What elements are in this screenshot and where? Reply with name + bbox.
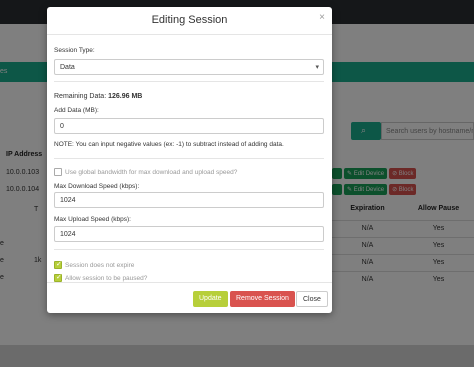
allow-pause-checkbox[interactable]: [54, 273, 62, 282]
use-global-bandwidth-row[interactable]: Use global bandwidth for max download an…: [54, 168, 237, 176]
use-global-bandwidth-checkbox[interactable]: [54, 168, 62, 176]
add-data-input[interactable]: 0: [54, 118, 324, 134]
close-button[interactable]: Close: [296, 291, 328, 307]
max-download-value: 1024: [60, 197, 76, 204]
max-download-label: Max Download Speed (kbps):: [54, 183, 140, 190]
session-type-value: Data: [60, 64, 75, 71]
remaining-data-value: 126.96 MB: [108, 93, 143, 100]
divider: [54, 81, 324, 82]
note-text: NOTE: You can input negative values (ex:…: [54, 141, 284, 148]
session-not-expire-label: Session does not expire: [65, 261, 135, 269]
allow-pause-row[interactable]: Allow session to be paused?: [54, 273, 148, 282]
session-type-select[interactable]: Data: [54, 59, 324, 75]
remaining-data-label: Remaining Data:: [54, 93, 107, 100]
update-button[interactable]: Update: [193, 291, 228, 307]
editing-session-modal: Editing Session × Session Type: Data Rem…: [47, 7, 332, 313]
session-not-expire-row[interactable]: Session does not expire: [54, 260, 135, 269]
divider: [54, 158, 324, 159]
remove-session-button[interactable]: Remove Session: [230, 291, 295, 307]
max-download-input[interactable]: 1024: [54, 192, 324, 208]
modal-title: Editing Session: [151, 14, 228, 26]
session-type-label: Session Type:: [54, 47, 95, 54]
max-upload-value: 1024: [60, 231, 76, 238]
max-upload-input[interactable]: 1024: [54, 226, 324, 242]
add-data-label: Add Data (MB):: [54, 107, 99, 114]
close-icon[interactable]: ×: [319, 12, 325, 23]
add-data-value: 0: [60, 123, 64, 130]
max-upload-label: Max Upload Speed (kbps):: [54, 216, 131, 223]
session-not-expire-checkbox[interactable]: [54, 260, 62, 269]
allow-pause-label: Allow session to be paused?: [65, 274, 148, 282]
modal-header: Editing Session ×: [47, 7, 332, 35]
remaining-data: Remaining Data: 126.96 MB: [54, 93, 142, 100]
use-global-bandwidth-label: Use global bandwidth for max download an…: [65, 168, 238, 176]
footer-divider: [47, 282, 332, 283]
divider: [54, 249, 324, 250]
